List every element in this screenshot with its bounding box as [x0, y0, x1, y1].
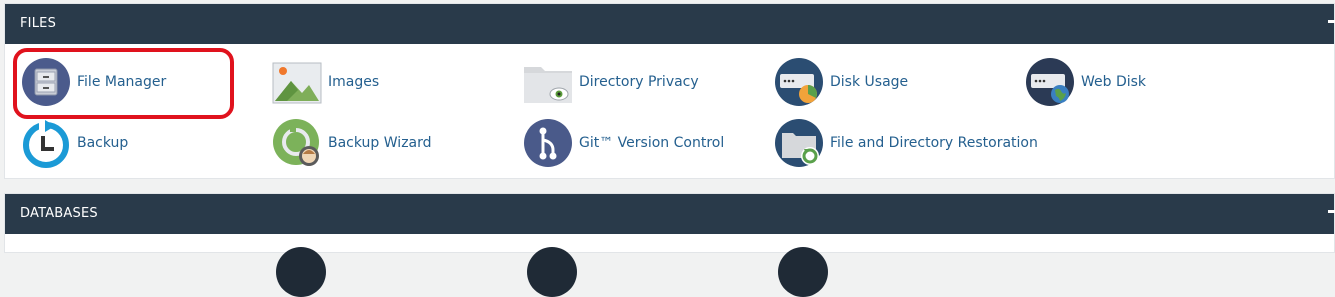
disk-usage-label: Disk Usage — [830, 74, 909, 90]
web-disk-link[interactable]: Web Disk — [1025, 57, 1146, 107]
file-manager-link[interactable]: File Manager — [21, 57, 166, 107]
git-version-control-label: Git™ Version Control — [579, 135, 725, 151]
disk-usage-icon — [774, 57, 824, 107]
directory-privacy-icon — [523, 57, 573, 107]
file-manager-icon — [21, 57, 71, 107]
databases-panel-title: DATABASES — [20, 206, 98, 221]
files-panel-header[interactable]: FILES — [5, 4, 1335, 44]
file-restoration-icon — [774, 118, 824, 168]
directory-privacy-link[interactable]: Directory Privacy — [523, 57, 699, 107]
databases-panel: DATABASES — [4, 193, 1335, 297]
git-icon — [523, 118, 573, 168]
file-restoration-label: File and Directory Restoration — [830, 135, 1038, 151]
images-label: Images — [328, 74, 380, 90]
directory-privacy-label: Directory Privacy — [579, 74, 699, 90]
database-item-icon[interactable] — [276, 247, 326, 297]
backup-label: Backup — [77, 135, 129, 151]
collapse-icon[interactable] — [1328, 20, 1335, 23]
file-restoration-link[interactable]: File and Directory Restoration — [774, 118, 1038, 168]
images-icon — [272, 57, 322, 107]
backup-link[interactable]: Backup — [21, 118, 128, 168]
database-item-icon[interactable] — [778, 247, 828, 297]
backup-wizard-icon — [272, 118, 322, 168]
file-manager-label: File Manager — [77, 74, 167, 90]
images-link[interactable]: Images — [272, 57, 379, 107]
databases-panel-header[interactable]: DATABASES — [5, 194, 1335, 234]
backup-wizard-link[interactable]: Backup Wizard — [272, 118, 432, 168]
files-panel-title: FILES — [20, 16, 57, 31]
files-panel: FILES File Manager Images Directory Priv… — [4, 3, 1335, 179]
collapse-icon[interactable] — [1328, 210, 1335, 213]
git-version-control-link[interactable]: Git™ Version Control — [523, 118, 724, 168]
web-disk-icon — [1025, 57, 1075, 107]
backup-wizard-label: Backup Wizard — [328, 135, 432, 151]
database-item-icon[interactable] — [527, 247, 577, 297]
web-disk-label: Web Disk — [1081, 74, 1147, 90]
disk-usage-link[interactable]: Disk Usage — [774, 57, 908, 107]
backup-icon — [21, 118, 71, 168]
